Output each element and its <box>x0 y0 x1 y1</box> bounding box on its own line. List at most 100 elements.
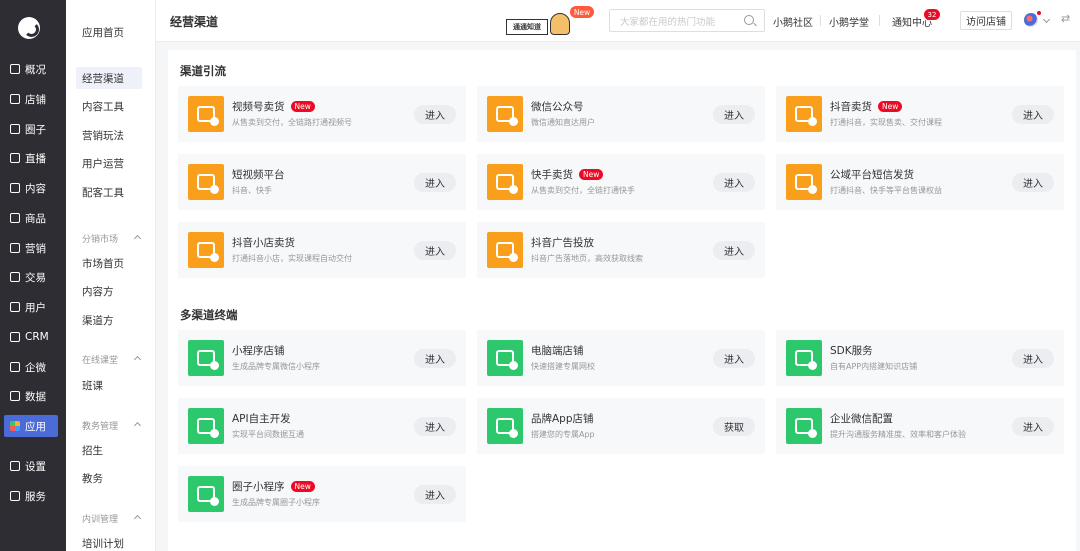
channel-card[interactable]: SDK服务 自有APP内搭建知识店铺 进入 <box>776 330 1064 386</box>
channel-card[interactable]: 视频号卖货 New 从售卖到交付，全链路打通视频号 进入 <box>178 86 466 142</box>
enter-button[interactable]: 进入 <box>414 349 456 368</box>
nav-item-10[interactable]: 企微 <box>4 356 58 378</box>
subnav-group-header[interactable]: 教务管理 <box>82 419 142 432</box>
enter-button[interactable]: 进入 <box>713 241 755 260</box>
nav-item-label: 直播 <box>25 152 46 165</box>
search-box[interactable] <box>609 9 765 33</box>
channel-card[interactable]: 短视频平台 抖音、快手 进入 <box>178 154 466 210</box>
channel-card[interactable]: API自主开发 实现平台间数据互通 进入 <box>178 398 466 454</box>
subnav-group-header[interactable]: 分销市场 <box>82 232 142 245</box>
enter-button[interactable]: 进入 <box>414 485 456 504</box>
main-content: 渠道引流 视频号卖货 New 从售卖到交付，全链路打通视频号 进入 微信公众号 微信通知直… <box>168 50 1076 551</box>
nav-item-2[interactable]: 圈子 <box>4 118 58 140</box>
channel-card[interactable]: 小程序店铺 生成品牌专属微信小程序 进入 <box>178 330 466 386</box>
enter-button[interactable]: 进入 <box>414 417 456 436</box>
enter-button[interactable]: 进入 <box>713 349 755 368</box>
subnav-group-item[interactable]: 班课 <box>76 374 142 396</box>
channel-card[interactable]: 圈子小程序 New 生成品牌专属圈子小程序 进入 <box>178 466 466 522</box>
enter-button[interactable]: 进入 <box>414 241 456 260</box>
enter-button[interactable]: 进入 <box>1012 173 1054 192</box>
channel-card[interactable]: 快手卖货 New 从售卖到交付，全链打通快手 进入 <box>477 154 765 210</box>
promo-banner[interactable]: 通通知道 New <box>506 5 594 37</box>
subnav-group-item[interactable]: 内容方 <box>76 280 142 302</box>
nav-item-3[interactable]: 直播 <box>4 147 58 169</box>
enter-button[interactable]: 获取 <box>713 417 755 436</box>
chevron-down-icon[interactable] <box>1042 15 1051 24</box>
nav-item-6[interactable]: 营销 <box>4 237 58 259</box>
enter-button[interactable]: 进入 <box>414 105 456 124</box>
channel-card[interactable]: 微信公众号 微信通知直达用户 进入 <box>477 86 765 142</box>
nav-item-4[interactable]: 内容 <box>4 177 58 199</box>
channel-card[interactable]: 公域平台短信发货 打通抖音、快手等平台售课权益 进入 <box>776 154 1064 210</box>
card-name: 品牌App店铺 <box>531 413 594 425</box>
subnav-group-item[interactable]: 培训计划 <box>76 532 142 551</box>
subnav-group-title: 在线课堂 <box>82 356 119 366</box>
nav-item-12[interactable]: 应用 <box>4 415 58 437</box>
enter-button[interactable]: 进入 <box>1012 105 1054 124</box>
enter-button[interactable]: 进入 <box>1012 349 1054 368</box>
channel-icon <box>487 96 523 132</box>
subnav-item-4[interactable]: 用户运营 <box>76 152 142 174</box>
channel-card[interactable]: 抖音小店卖货 打通抖音小店，实现课程自动交付 进入 <box>178 222 466 278</box>
enter-button[interactable]: 进入 <box>713 105 755 124</box>
subnav-group-item[interactable]: 渠道方 <box>76 309 142 331</box>
avatar-alert-dot <box>1037 11 1041 15</box>
channel-card[interactable]: 品牌App店铺 搭建您的专属App 获取 <box>477 398 765 454</box>
card-description: 微信通知直达用户 <box>531 118 595 127</box>
subnav-item-3[interactable]: 营销玩法 <box>76 124 142 146</box>
switch-icon[interactable]: ⇄ <box>1061 12 1070 25</box>
nav-item-label: 用户 <box>25 301 46 314</box>
channel-icon <box>786 164 822 200</box>
subnav-group-item[interactable]: 教务 <box>76 467 142 489</box>
subnav-group-header[interactable]: 内训管理 <box>82 512 142 525</box>
nav-item-11[interactable]: 数据 <box>4 385 58 407</box>
channel-card[interactable]: 抖音卖货 New 打通抖音，实现售卖、交付课程 进入 <box>776 86 1064 142</box>
subnav-item-2[interactable]: 内容工具 <box>76 95 142 117</box>
nav-item-5[interactable]: 商品 <box>4 207 58 229</box>
section-title-terminals: 多渠道终端 <box>180 308 238 322</box>
channel-icon <box>188 96 224 132</box>
trade-icon <box>10 272 20 282</box>
nav-item-7[interactable]: 交易 <box>4 266 58 288</box>
subnav-group-item[interactable]: 招生 <box>76 439 142 461</box>
subnav-group-title: 教务管理 <box>82 422 119 432</box>
subnav-item-1[interactable]: 经营渠道 <box>76 67 142 89</box>
nav-item-0[interactable]: 概况 <box>4 58 58 80</box>
community-link[interactable]: 小鹅社区 <box>773 14 813 29</box>
subnav-group-title: 内训管理 <box>82 515 119 525</box>
subnav-item-5[interactable]: 配客工具 <box>76 181 142 203</box>
nav-item-14[interactable]: 服务 <box>4 485 58 507</box>
enter-button[interactable]: 进入 <box>713 173 755 192</box>
channel-glyph-icon <box>197 418 219 438</box>
nav-item-9[interactable]: CRM <box>4 326 58 348</box>
nav-item-1[interactable]: 店铺 <box>4 88 58 110</box>
avatar[interactable] <box>1024 13 1038 27</box>
channel-glyph-icon <box>197 242 219 262</box>
search-input[interactable] <box>610 12 740 33</box>
channel-icon <box>786 408 822 444</box>
nav-item-label: 应用 <box>25 420 46 433</box>
enter-button[interactable]: 进入 <box>414 173 456 192</box>
subnav-item-0[interactable]: 应用首页 <box>76 21 142 43</box>
card-name: 小程序店铺 <box>232 345 285 357</box>
nav-item-8[interactable]: 用户 <box>4 296 58 318</box>
card-name: 电脑端店铺 <box>531 345 584 357</box>
channel-card[interactable]: 抖音广告投放 抖音广告落地页，高效获取线索 进入 <box>477 222 765 278</box>
visit-store-button[interactable]: 访问店铺 <box>960 11 1012 30</box>
subnav-group-header[interactable]: 在线课堂 <box>82 353 142 366</box>
logo-icon[interactable] <box>18 17 40 39</box>
channel-icon <box>188 164 224 200</box>
card-name: 企业微信配置 <box>830 413 893 425</box>
channel-card[interactable]: 电脑端店铺 快速搭建专属网校 进入 <box>477 330 765 386</box>
channel-icon <box>487 164 523 200</box>
subnav-group-item[interactable]: 市场首页 <box>76 252 142 274</box>
nav-item-label: 交易 <box>25 271 46 284</box>
nav-item-13[interactable]: 设置 <box>4 455 58 477</box>
search-icon[interactable] <box>744 15 754 25</box>
card-title: API自主开发 <box>232 411 291 426</box>
card-title: 抖音广告投放 <box>531 235 594 250</box>
academy-link[interactable]: 小鹅学堂 <box>829 14 869 29</box>
channel-card[interactable]: 企业微信配置提升沟通服务精准度、效率和客户体验 进入 <box>776 398 1064 454</box>
enter-button[interactable]: 进入 <box>1012 417 1054 436</box>
card-description: 提升沟通服务精准度、效率和客户体验 <box>830 430 966 439</box>
